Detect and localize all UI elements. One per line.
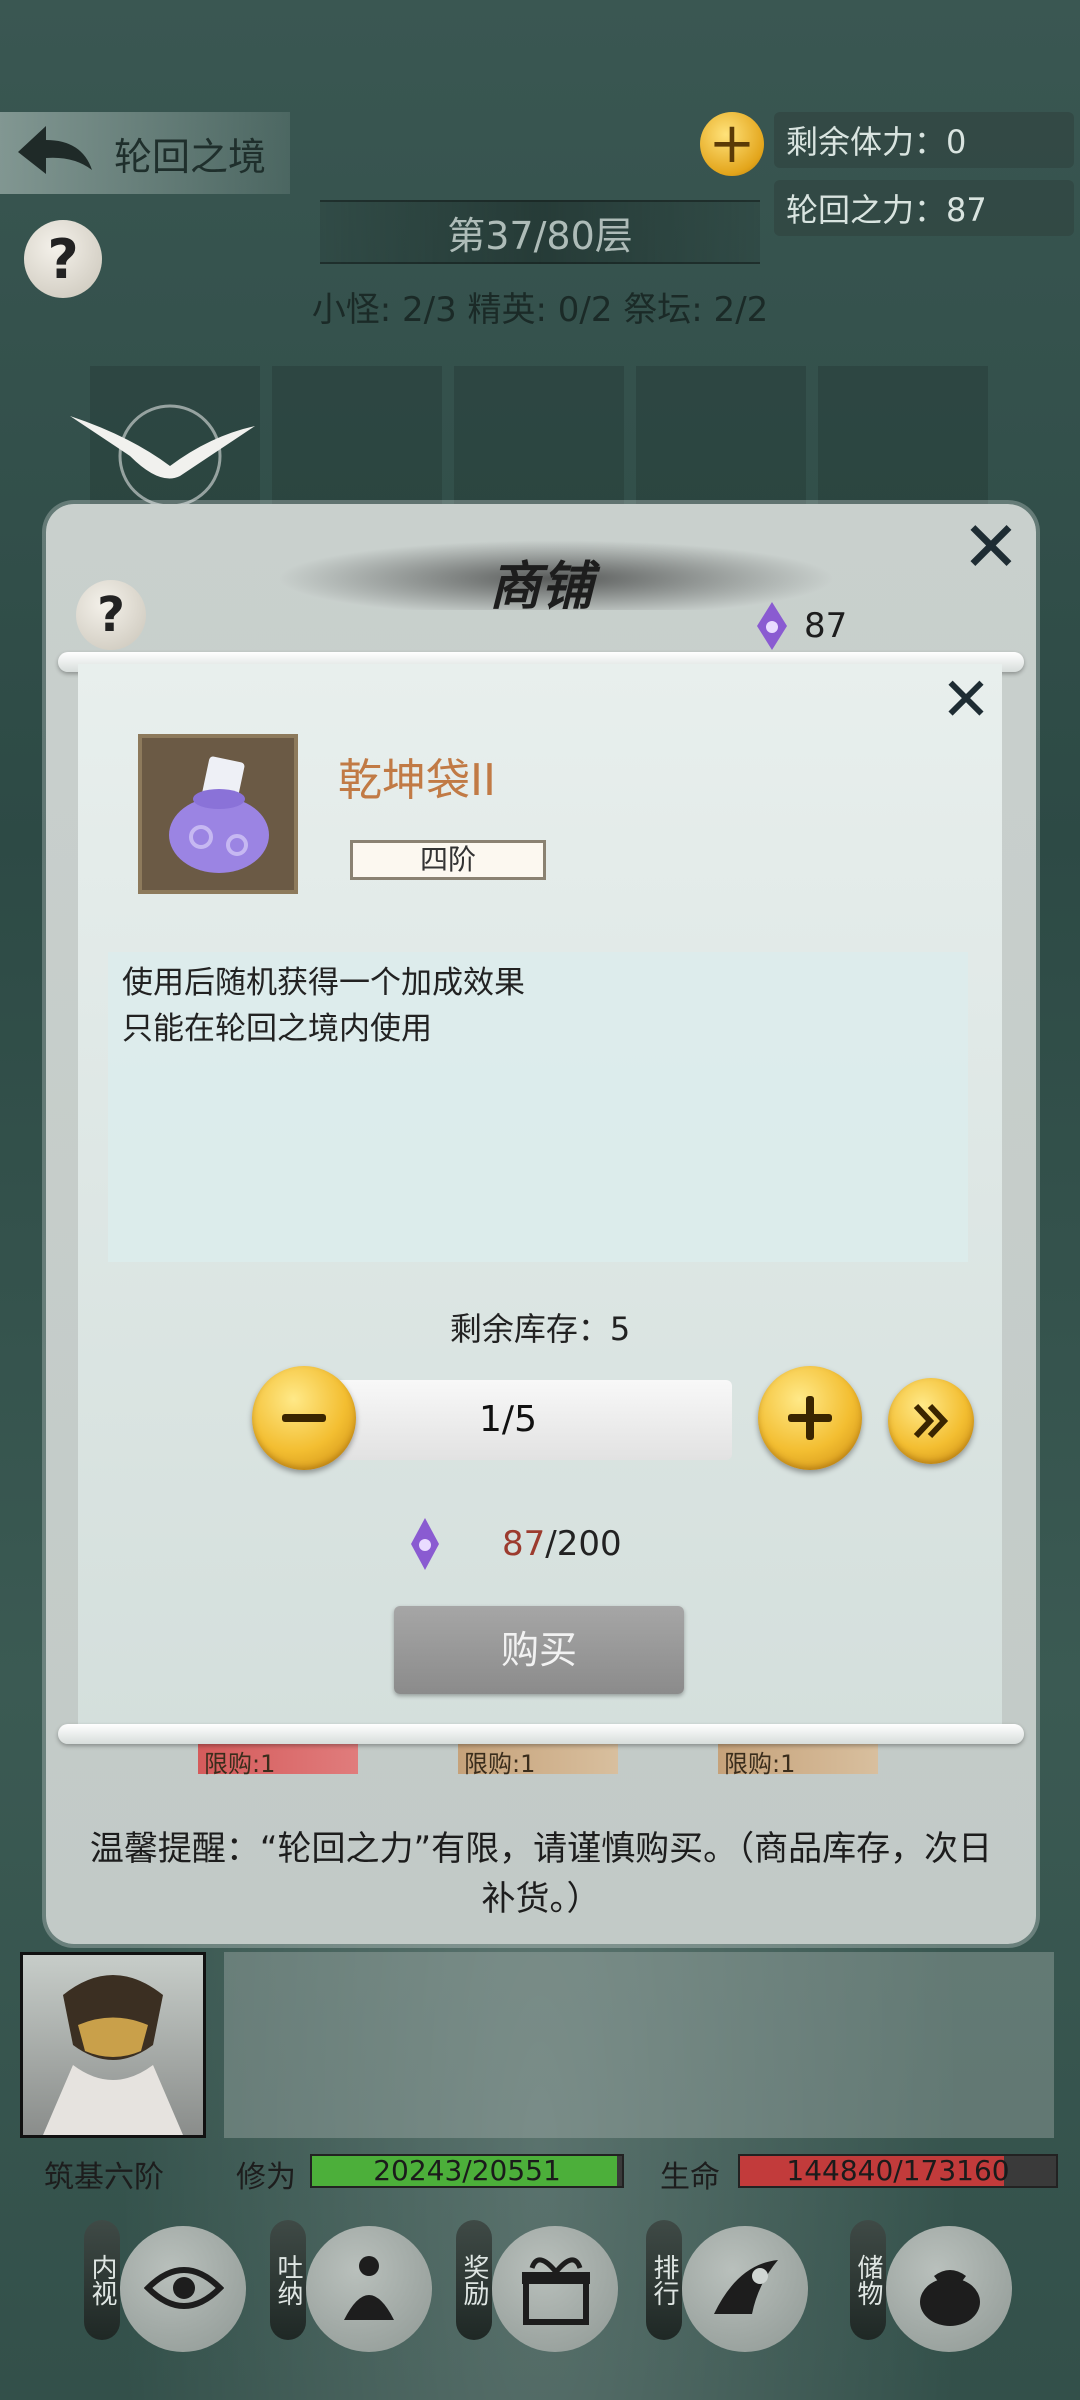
map-cell (454, 366, 624, 506)
close-icon: ✕ (961, 506, 1021, 588)
limit-tag: 限购:1 (458, 1744, 618, 1778)
quantity-value: 1/5 (479, 1399, 537, 1440)
realm-label: 筑基六阶 (44, 2160, 164, 2195)
page-title: 轮回之境 (114, 134, 267, 179)
shop-title: 商铺 (488, 557, 593, 617)
shop-currency: 87 (754, 600, 847, 652)
limit-tag: 限购:1 (198, 1744, 358, 1778)
character-portrait[interactable] (20, 1952, 206, 2138)
cost-separator: / (545, 1524, 557, 1564)
max-quantity-button[interactable] (888, 1378, 974, 1464)
description-line: 使用后随机获得一个加成效果 (122, 965, 525, 1001)
avatar (43, 1975, 183, 2135)
nav-label: 储物 (850, 2220, 886, 2340)
close-icon: ✕ (940, 665, 992, 735)
cultivation-label: 修为 (236, 2160, 296, 2195)
shop-help-button[interactable]: ? (76, 580, 146, 650)
item-price: 200 (556, 1524, 622, 1564)
stamina-display: 剩余体力：0 (774, 112, 1074, 168)
description-line: 只能在轮回之境内使用 (122, 1011, 432, 1047)
map-cell (636, 366, 806, 506)
buy-button[interactable]: 购买 (394, 1606, 684, 1694)
back-bar[interactable]: 轮回之境 (0, 112, 290, 194)
nav-label: 吐纳 (270, 2220, 306, 2340)
reincarnation-power-display: 轮回之力：87 (774, 180, 1074, 236)
double-chevron-right-icon (913, 1403, 949, 1439)
enemy-counts: 小怪: 2/3 精英: 0/2 祭坛: 2/2 (311, 290, 769, 330)
status-row: 筑基六阶 修为 20243/20551 生命 144840/173160 (20, 2150, 1060, 2196)
meditation-icon (344, 2256, 394, 2320)
qiankun-bag-icon (169, 756, 269, 873)
item-name: 乾坤袋II (338, 755, 496, 806)
shop-currency-amount: 87 (804, 606, 848, 646)
eye-icon (144, 2267, 224, 2309)
crane-decoration-icon (70, 404, 255, 506)
minus-icon (282, 1414, 326, 1422)
plus-icon: + (708, 111, 756, 176)
increase-quantity-button[interactable] (758, 1366, 862, 1470)
cultivation-bar: 20243/20551 (310, 2154, 624, 2188)
dialog-close-button[interactable]: ✕ (936, 670, 996, 730)
scroll-bottom-rod (58, 1724, 1024, 1744)
current-currency: 87 (502, 1524, 546, 1564)
nav-label: 排行 (646, 2220, 682, 2340)
add-stamina-button[interactable]: + (700, 112, 764, 176)
plus-icon (788, 1396, 832, 1440)
decrease-quantity-button[interactable] (252, 1366, 356, 1470)
purchase-cost: 87/200 (408, 1516, 622, 1572)
nav-label: 奖励 (456, 2220, 492, 2340)
limit-tag: 限购:1 (718, 1744, 878, 1778)
crystal-icon (757, 602, 787, 650)
item-detail-dialog: ✕ 乾坤袋II 四阶 使用后随机获得一个加成效果 只能在轮回之境内使用 剩余库存… (78, 664, 1002, 1734)
bag-icon (920, 2270, 980, 2326)
shop-close-button[interactable]: ✕ (956, 512, 1026, 582)
hp-value: 144840/173160 (786, 2154, 1010, 2187)
hp-label: 生命 (660, 2160, 720, 2195)
crystal-icon (411, 1518, 439, 1570)
ranking-icon (714, 2260, 778, 2314)
question-icon: ? (97, 587, 125, 643)
character-info-box (224, 1952, 1054, 2138)
map-cell (272, 366, 442, 506)
shop-tip: 温馨提醒：“轮回之力”有限，请谨慎购买。（商品库存，次日补货。） (89, 1829, 993, 1919)
item-description: 使用后随机获得一个加成效果 只能在轮回之境内使用 (108, 952, 968, 1262)
floor-indicator: 第37/80层 (320, 200, 760, 264)
item-tier-badge: 四阶 (350, 840, 546, 880)
map-cell (818, 366, 988, 506)
remaining-stock: 剩余库存：5 (449, 1310, 631, 1348)
item-icon-frame (138, 734, 298, 894)
back-arrow-icon[interactable] (12, 118, 98, 188)
cultivation-value: 20243/20551 (373, 2154, 561, 2187)
hp-bar: 144840/173160 (738, 2154, 1058, 2188)
gift-icon (522, 2257, 590, 2325)
nav-label: 内视 (84, 2220, 120, 2340)
